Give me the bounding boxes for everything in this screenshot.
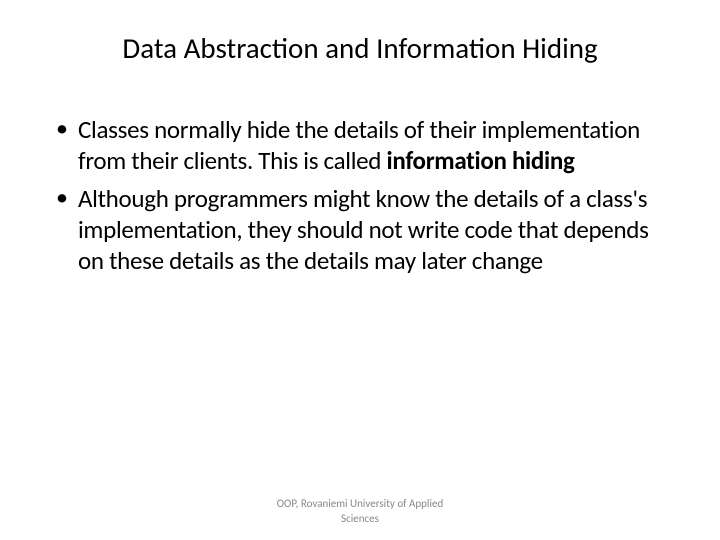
footer-line-1: OOP, Rovaniemi University of Applied — [0, 497, 720, 511]
bullet-text-bold: information hiding — [387, 145, 575, 176]
bullet-list: Classes normally hide the details of the… — [50, 114, 670, 276]
slide-title: Data Abstraction and Information Hiding — [50, 30, 670, 66]
bullet-item: Classes normally hide the details of the… — [50, 114, 670, 177]
bullet-item: Although programmers might know the deta… — [50, 183, 670, 277]
slide-content: Classes normally hide the details of the… — [50, 114, 670, 540]
slide-footer: OOP, Rovaniemi University of Applied Sci… — [0, 497, 720, 526]
footer-line-2: Sciences — [0, 512, 720, 526]
slide-container: Data Abstraction and Information Hiding … — [0, 0, 720, 540]
bullet-text-prefix: Although programmers might know the deta… — [78, 183, 649, 277]
